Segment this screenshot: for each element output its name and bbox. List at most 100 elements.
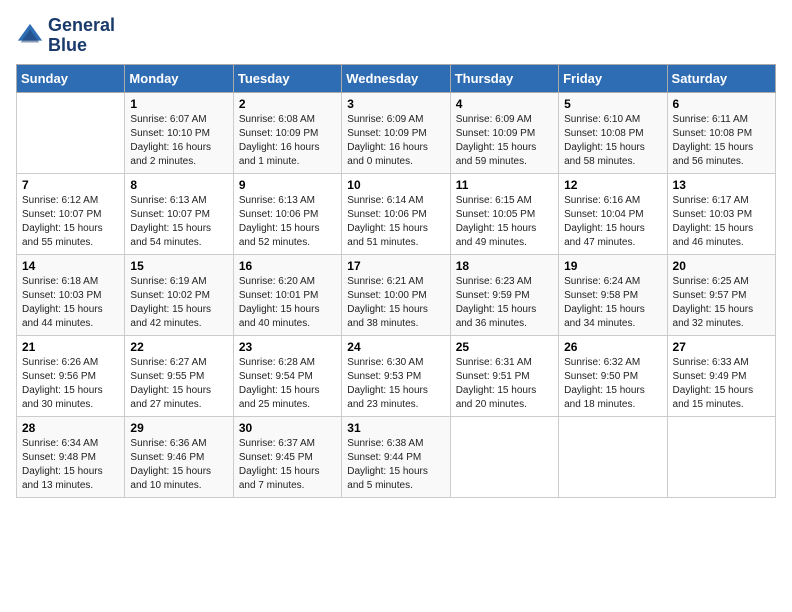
calendar-cell: 1 Sunrise: 6:07 AM Sunset: 10:10 PM Dayli… [125, 92, 233, 173]
calendar-cell: 31 Sunrise: 6:38 AM Sunset: 9:44 PM Dayli… [342, 416, 450, 497]
cell-date-number: 24 [347, 340, 444, 354]
calendar-cell: 25Sunrise: 6:31 AM Sunset: 9:51 PM Dayli… [450, 335, 558, 416]
calendar-cell: 4 Sunrise: 6:09 AM Sunset: 10:09 PM Dayli… [450, 92, 558, 173]
cell-sun-info: Sunrise: 6:20 AM Sunset: 10:01 PM Daylig… [239, 275, 336, 331]
calendar-cell: 13 Sunrise: 6:17 AM Sunset: 10:03 PM Dayl… [667, 173, 775, 254]
cell-date-number: 11 [456, 178, 553, 192]
cell-date-number: 10 [347, 178, 444, 192]
calendar-cell: 10 Sunrise: 6:14 AM Sunset: 10:06 PM Dayl… [342, 173, 450, 254]
calendar-week-row: 28 Sunrise: 6:34 AM Sunset: 9:48 PM Dayli… [17, 416, 776, 497]
cell-sun-info: Sunrise: 6:32 AM Sunset: 9:50 PM Dayligh… [564, 356, 661, 412]
calendar-cell: 17 Sunrise: 6:21 AM Sunset: 10:00 PM Dayl… [342, 254, 450, 335]
cell-date-number: 19 [564, 259, 661, 273]
cell-sun-info: Sunrise: 6:18 AM Sunset: 10:03 PM Daylig… [22, 275, 119, 331]
calendar-cell: 7 Sunrise: 6:12 AM Sunset: 10:07 PM Dayli… [17, 173, 125, 254]
cell-date-number: 16 [239, 259, 336, 273]
calendar-cell: 12 Sunrise: 6:16 AM Sunset: 10:04 PM Dayl… [559, 173, 667, 254]
calendar-cell: 5 Sunrise: 6:10 AM Sunset: 10:08 PM Dayli… [559, 92, 667, 173]
calendar-cell: 9 Sunrise: 6:13 AM Sunset: 10:06 PM Dayli… [233, 173, 341, 254]
calendar-cell: 19Sunrise: 6:24 AM Sunset: 9:58 PM Dayli… [559, 254, 667, 335]
calendar-cell: 26 Sunrise: 6:32 AM Sunset: 9:50 PM Dayli… [559, 335, 667, 416]
calendar-cell [450, 416, 558, 497]
cell-date-number: 1 [130, 97, 227, 111]
cell-date-number: 7 [22, 178, 119, 192]
calendar-cell: 28 Sunrise: 6:34 AM Sunset: 9:48 PM Dayli… [17, 416, 125, 497]
calendar-cell: 24 Sunrise: 6:30 AM Sunset: 9:53 PM Dayli… [342, 335, 450, 416]
cell-date-number: 13 [673, 178, 770, 192]
weekday-header-monday: Monday [125, 64, 233, 92]
cell-sun-info: Sunrise: 6:17 AM Sunset: 10:03 PM Daylig… [673, 194, 770, 250]
cell-sun-info: Sunrise: 6:19 AM Sunset: 10:02 PM Daylig… [130, 275, 227, 331]
cell-sun-info: Sunrise: 6:12 AM Sunset: 10:07 PM Daylig… [22, 194, 119, 250]
cell-date-number: 12 [564, 178, 661, 192]
cell-date-number: 4 [456, 97, 553, 111]
cell-sun-info: Sunrise: 6:15 AM Sunset: 10:05 PM Daylig… [456, 194, 553, 250]
calendar-cell: 23Sunrise: 6:28 AM Sunset: 9:54 PM Dayli… [233, 335, 341, 416]
cell-sun-info: Sunrise: 6:10 AM Sunset: 10:08 PM Daylig… [564, 113, 661, 169]
calendar-cell: 18 Sunrise: 6:23 AM Sunset: 9:59 PM Dayli… [450, 254, 558, 335]
cell-sun-info: Sunrise: 6:23 AM Sunset: 9:59 PM Dayligh… [456, 275, 553, 331]
cell-date-number: 9 [239, 178, 336, 192]
cell-sun-info: Sunrise: 6:26 AM Sunset: 9:56 PM Dayligh… [22, 356, 119, 412]
weekday-header-tuesday: Tuesday [233, 64, 341, 92]
cell-sun-info: Sunrise: 6:31 AM Sunset: 9:51 PM Dayligh… [456, 356, 553, 412]
cell-date-number: 17 [347, 259, 444, 273]
weekday-header-sunday: Sunday [17, 64, 125, 92]
cell-date-number: 26 [564, 340, 661, 354]
weekday-header-friday: Friday [559, 64, 667, 92]
weekday-header-thursday: Thursday [450, 64, 558, 92]
cell-sun-info: Sunrise: 6:30 AM Sunset: 9:53 PM Dayligh… [347, 356, 444, 412]
calendar-cell: 14 Sunrise: 6:18 AM Sunset: 10:03 PM Dayl… [17, 254, 125, 335]
calendar-cell: 15 Sunrise: 6:19 AM Sunset: 10:02 PM Dayl… [125, 254, 233, 335]
calendar-cell: 8Sunrise: 6:13 AM Sunset: 10:07 PM Dayli… [125, 173, 233, 254]
weekday-header-saturday: Saturday [667, 64, 775, 92]
cell-date-number: 2 [239, 97, 336, 111]
cell-sun-info: Sunrise: 6:07 AM Sunset: 10:10 PM Daylig… [130, 113, 227, 169]
calendar-cell: 3Sunrise: 6:09 AM Sunset: 10:09 PM Dayli… [342, 92, 450, 173]
calendar-week-row: 21Sunrise: 6:26 AM Sunset: 9:56 PM Dayli… [17, 335, 776, 416]
calendar-cell: 29Sunrise: 6:36 AM Sunset: 9:46 PM Dayli… [125, 416, 233, 497]
cell-date-number: 15 [130, 259, 227, 273]
cell-sun-info: Sunrise: 6:09 AM Sunset: 10:09 PM Daylig… [347, 113, 444, 169]
calendar-body: 1 Sunrise: 6:07 AM Sunset: 10:10 PM Dayli… [17, 92, 776, 497]
calendar-cell: 21Sunrise: 6:26 AM Sunset: 9:56 PM Dayli… [17, 335, 125, 416]
calendar-cell: 11 Sunrise: 6:15 AM Sunset: 10:05 PM Dayl… [450, 173, 558, 254]
cell-date-number: 18 [456, 259, 553, 273]
calendar-cell: 27 Sunrise: 6:33 AM Sunset: 9:49 PM Dayli… [667, 335, 775, 416]
cell-date-number: 27 [673, 340, 770, 354]
logo: General Blue [16, 16, 115, 56]
cell-sun-info: Sunrise: 6:13 AM Sunset: 10:06 PM Daylig… [239, 194, 336, 250]
cell-sun-info: Sunrise: 6:11 AM Sunset: 10:08 PM Daylig… [673, 113, 770, 169]
cell-date-number: 28 [22, 421, 119, 435]
cell-sun-info: Sunrise: 6:16 AM Sunset: 10:04 PM Daylig… [564, 194, 661, 250]
calendar-table: SundayMondayTuesdayWednesdayThursdayFrid… [16, 64, 776, 498]
page-header: General Blue [16, 16, 776, 56]
calendar-cell: 16 Sunrise: 6:20 AM Sunset: 10:01 PM Dayl… [233, 254, 341, 335]
cell-date-number: 14 [22, 259, 119, 273]
cell-sun-info: Sunrise: 6:21 AM Sunset: 10:00 PM Daylig… [347, 275, 444, 331]
calendar-week-row: 7 Sunrise: 6:12 AM Sunset: 10:07 PM Dayli… [17, 173, 776, 254]
calendar-cell: 30Sunrise: 6:37 AM Sunset: 9:45 PM Dayli… [233, 416, 341, 497]
calendar-cell: 22Sunrise: 6:27 AM Sunset: 9:55 PM Dayli… [125, 335, 233, 416]
cell-sun-info: Sunrise: 6:38 AM Sunset: 9:44 PM Dayligh… [347, 437, 444, 493]
cell-sun-info: Sunrise: 6:14 AM Sunset: 10:06 PM Daylig… [347, 194, 444, 250]
calendar-cell [559, 416, 667, 497]
cell-date-number: 20 [673, 259, 770, 273]
calendar-week-row: 14 Sunrise: 6:18 AM Sunset: 10:03 PM Dayl… [17, 254, 776, 335]
calendar-cell [667, 416, 775, 497]
cell-date-number: 29 [130, 421, 227, 435]
cell-date-number: 31 [347, 421, 444, 435]
calendar-cell: 20Sunrise: 6:25 AM Sunset: 9:57 PM Dayli… [667, 254, 775, 335]
calendar-cell: 2Sunrise: 6:08 AM Sunset: 10:09 PM Dayli… [233, 92, 341, 173]
cell-sun-info: Sunrise: 6:09 AM Sunset: 10:09 PM Daylig… [456, 113, 553, 169]
cell-sun-info: Sunrise: 6:34 AM Sunset: 9:48 PM Dayligh… [22, 437, 119, 493]
cell-date-number: 5 [564, 97, 661, 111]
cell-date-number: 23 [239, 340, 336, 354]
cell-date-number: 8 [130, 178, 227, 192]
calendar-cell [17, 92, 125, 173]
logo-text: General Blue [48, 16, 115, 56]
cell-sun-info: Sunrise: 6:37 AM Sunset: 9:45 PM Dayligh… [239, 437, 336, 493]
cell-date-number: 6 [673, 97, 770, 111]
cell-date-number: 22 [130, 340, 227, 354]
cell-sun-info: Sunrise: 6:33 AM Sunset: 9:49 PM Dayligh… [673, 356, 770, 412]
